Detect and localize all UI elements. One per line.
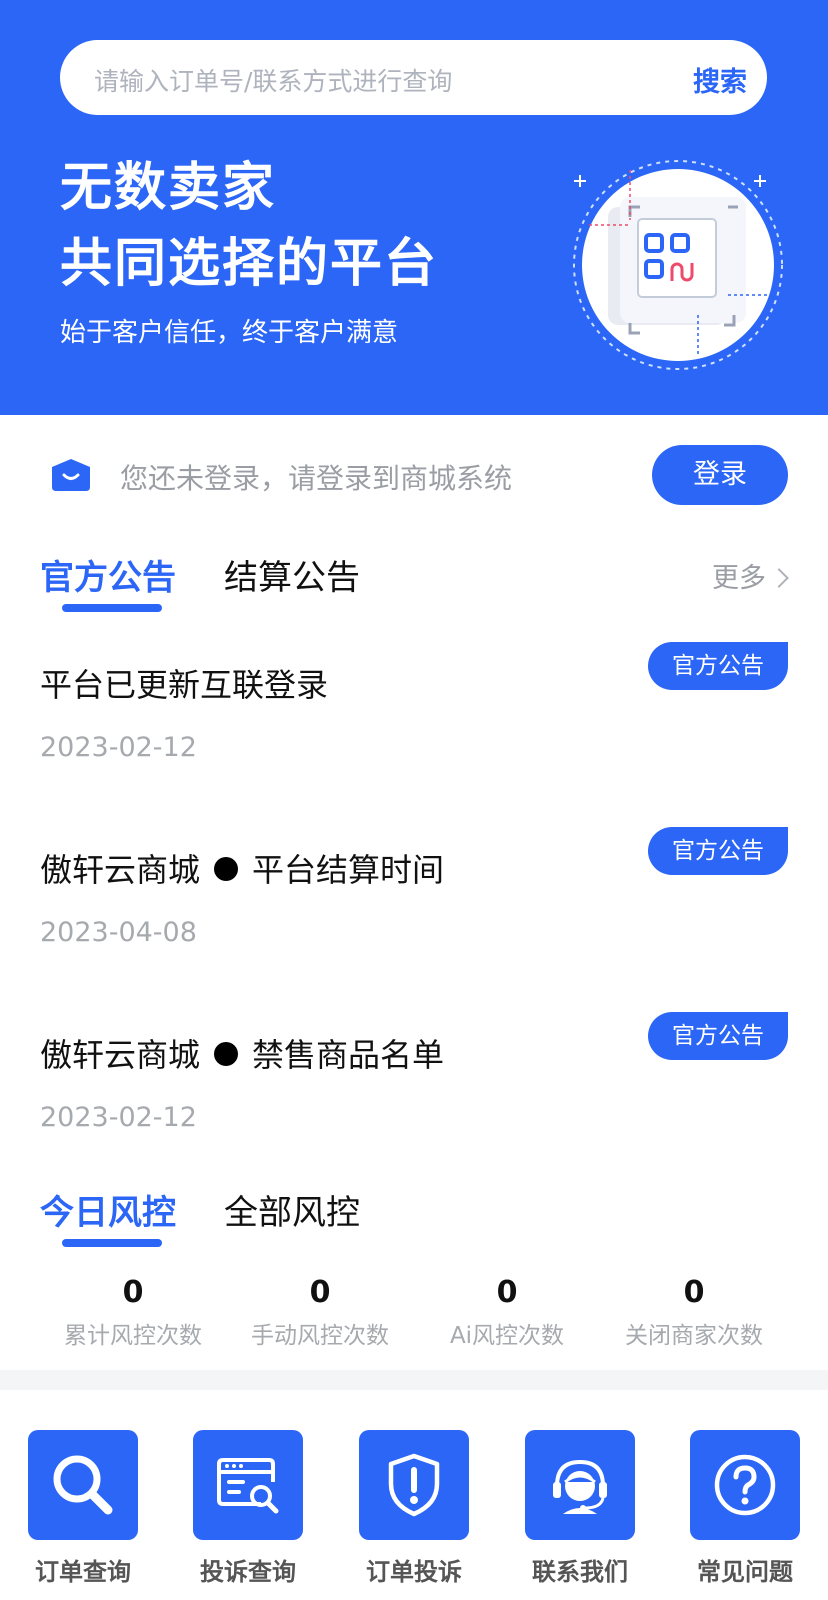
risk-tabs: 今日风控 全部风控 [0, 1175, 828, 1255]
notice-title: 傲轩云商城 平台结算时间 [40, 845, 444, 891]
active-tab-indicator [62, 604, 162, 612]
stat-label: 关闭商家次数 [625, 1323, 763, 1349]
announcement-tabs: 官方公告 结算公告 更多 [0, 540, 828, 620]
nav-complaint-query[interactable]: 投诉查询 [193, 1430, 303, 1587]
notice-title: 傲轩云商城 禁售商品名单 [40, 1030, 444, 1076]
nav-icon-box [690, 1430, 800, 1540]
quick-nav: 订单查询 投诉查询 订单投诉 联系我们 常见问题 [0, 1430, 828, 1600]
notice-date: 2023-02-12 [40, 1102, 197, 1133]
login-button[interactable]: 登录 [652, 445, 788, 505]
nav-faq[interactable]: 常见问题 [690, 1430, 800, 1587]
stat-closed-merchants: 0 关闭商家次数 [599, 1275, 789, 1350]
notice-title-subject: 禁售商品名单 [252, 1036, 445, 1074]
stat-value: 0 [683, 1275, 705, 1310]
nav-label: 联系我们 [532, 1558, 628, 1586]
headline-line-2: 共同选择的平台 [60, 234, 439, 294]
nav-icon-box [525, 1430, 635, 1540]
stat-label: 手动风控次数 [251, 1323, 389, 1349]
nav-order-query[interactable]: 订单查询 [28, 1430, 138, 1587]
stat-label: 累计风控次数 [64, 1323, 202, 1349]
nav-label: 常见问题 [697, 1558, 793, 1586]
nav-label: 投诉查询 [200, 1558, 296, 1586]
nav-icon-box [193, 1430, 303, 1540]
nav-label: 订单投诉 [366, 1558, 462, 1586]
risk-stats: 0 累计风控次数 0 手动风控次数 0 Ai风控次数 0 关闭商家次数 [0, 1275, 828, 1350]
notice-badge: 官方公告 [648, 827, 788, 875]
search-input[interactable]: 请输入订单号/联系方式进行查询 [94, 62, 452, 98]
graduation-cap-icon [52, 459, 90, 491]
nav-contact-us[interactable]: 联系我们 [525, 1430, 635, 1587]
stat-manual-risk: 0 手动风控次数 [225, 1275, 415, 1350]
stat-ai-risk: 0 Ai风控次数 [412, 1275, 602, 1350]
list-item[interactable]: 傲轩云商城 禁售商品名单 2023-02-12 官方公告 [0, 1012, 828, 1190]
notice-badge: 官方公告 [648, 642, 788, 690]
active-tab-indicator [62, 1239, 162, 1247]
stat-value: 0 [496, 1275, 518, 1310]
bullet-dot-icon [214, 1042, 239, 1066]
headline: 无数卖家 共同选择的平台 [60, 150, 438, 302]
section-divider [0, 1370, 828, 1390]
nav-order-complaint[interactable]: 订单投诉 [359, 1430, 469, 1587]
login-bar: 您还未登录，请登录到商城系统 登录 [0, 415, 828, 535]
notice-badge: 官方公告 [648, 1012, 788, 1060]
notice-date: 2023-04-08 [40, 917, 197, 948]
notice-title-site: 傲轩云商城 [40, 851, 201, 889]
tab-all-risk[interactable]: 全部风控 [224, 1185, 360, 1234]
browser-search-icon [217, 1458, 279, 1514]
notice-title: 平台已更新互联登录 [40, 666, 329, 704]
nav-icon-box [28, 1430, 138, 1540]
search-icon [53, 1455, 113, 1515]
search-bar[interactable]: 请输入订单号/联系方式进行查询 搜索 [60, 40, 767, 115]
qr-illustration-icon [573, 160, 783, 370]
chevron-right-icon [769, 567, 789, 588]
headset-icon [553, 1459, 607, 1514]
more-label: 更多 [712, 563, 766, 594]
more-link[interactable]: 更多 [712, 556, 789, 595]
nav-label: 订单查询 [35, 1558, 131, 1586]
stat-value: 0 [309, 1275, 331, 1310]
notice-date: 2023-02-12 [40, 732, 197, 763]
question-icon [714, 1454, 776, 1516]
bullet-dot-icon [214, 857, 239, 881]
tab-today-risk[interactable]: 今日风控 [40, 1185, 176, 1234]
search-button[interactable]: 搜索 [693, 60, 747, 99]
hero-banner: 请输入订单号/联系方式进行查询 搜索 无数卖家 共同选择的平台 始于客户信任，终… [0, 0, 828, 415]
notice-title-site: 傲轩云商城 [40, 1036, 201, 1074]
stat-label: Ai风控次数 [449, 1323, 565, 1349]
hero-subtitle: 始于客户信任，终于客户满意 [60, 318, 399, 348]
notice-title-subject: 平台结算时间 [252, 851, 445, 889]
login-prompt: 您还未登录，请登录到商城系统 [120, 462, 513, 495]
tab-official-announcement[interactable]: 官方公告 [40, 550, 176, 599]
list-item[interactable]: 平台已更新互联登录 2023-02-12 官方公告 [0, 642, 828, 820]
stat-value: 0 [122, 1275, 144, 1310]
tab-settlement-announcement[interactable]: 结算公告 [224, 550, 360, 599]
nav-icon-box [359, 1430, 469, 1540]
list-item[interactable]: 傲轩云商城 平台结算时间 2023-04-08 官方公告 [0, 827, 828, 1005]
shield-alert-icon [388, 1453, 440, 1517]
headline-line-1: 无数卖家 [60, 158, 277, 218]
stat-total-risk: 0 累计风控次数 [38, 1275, 228, 1350]
